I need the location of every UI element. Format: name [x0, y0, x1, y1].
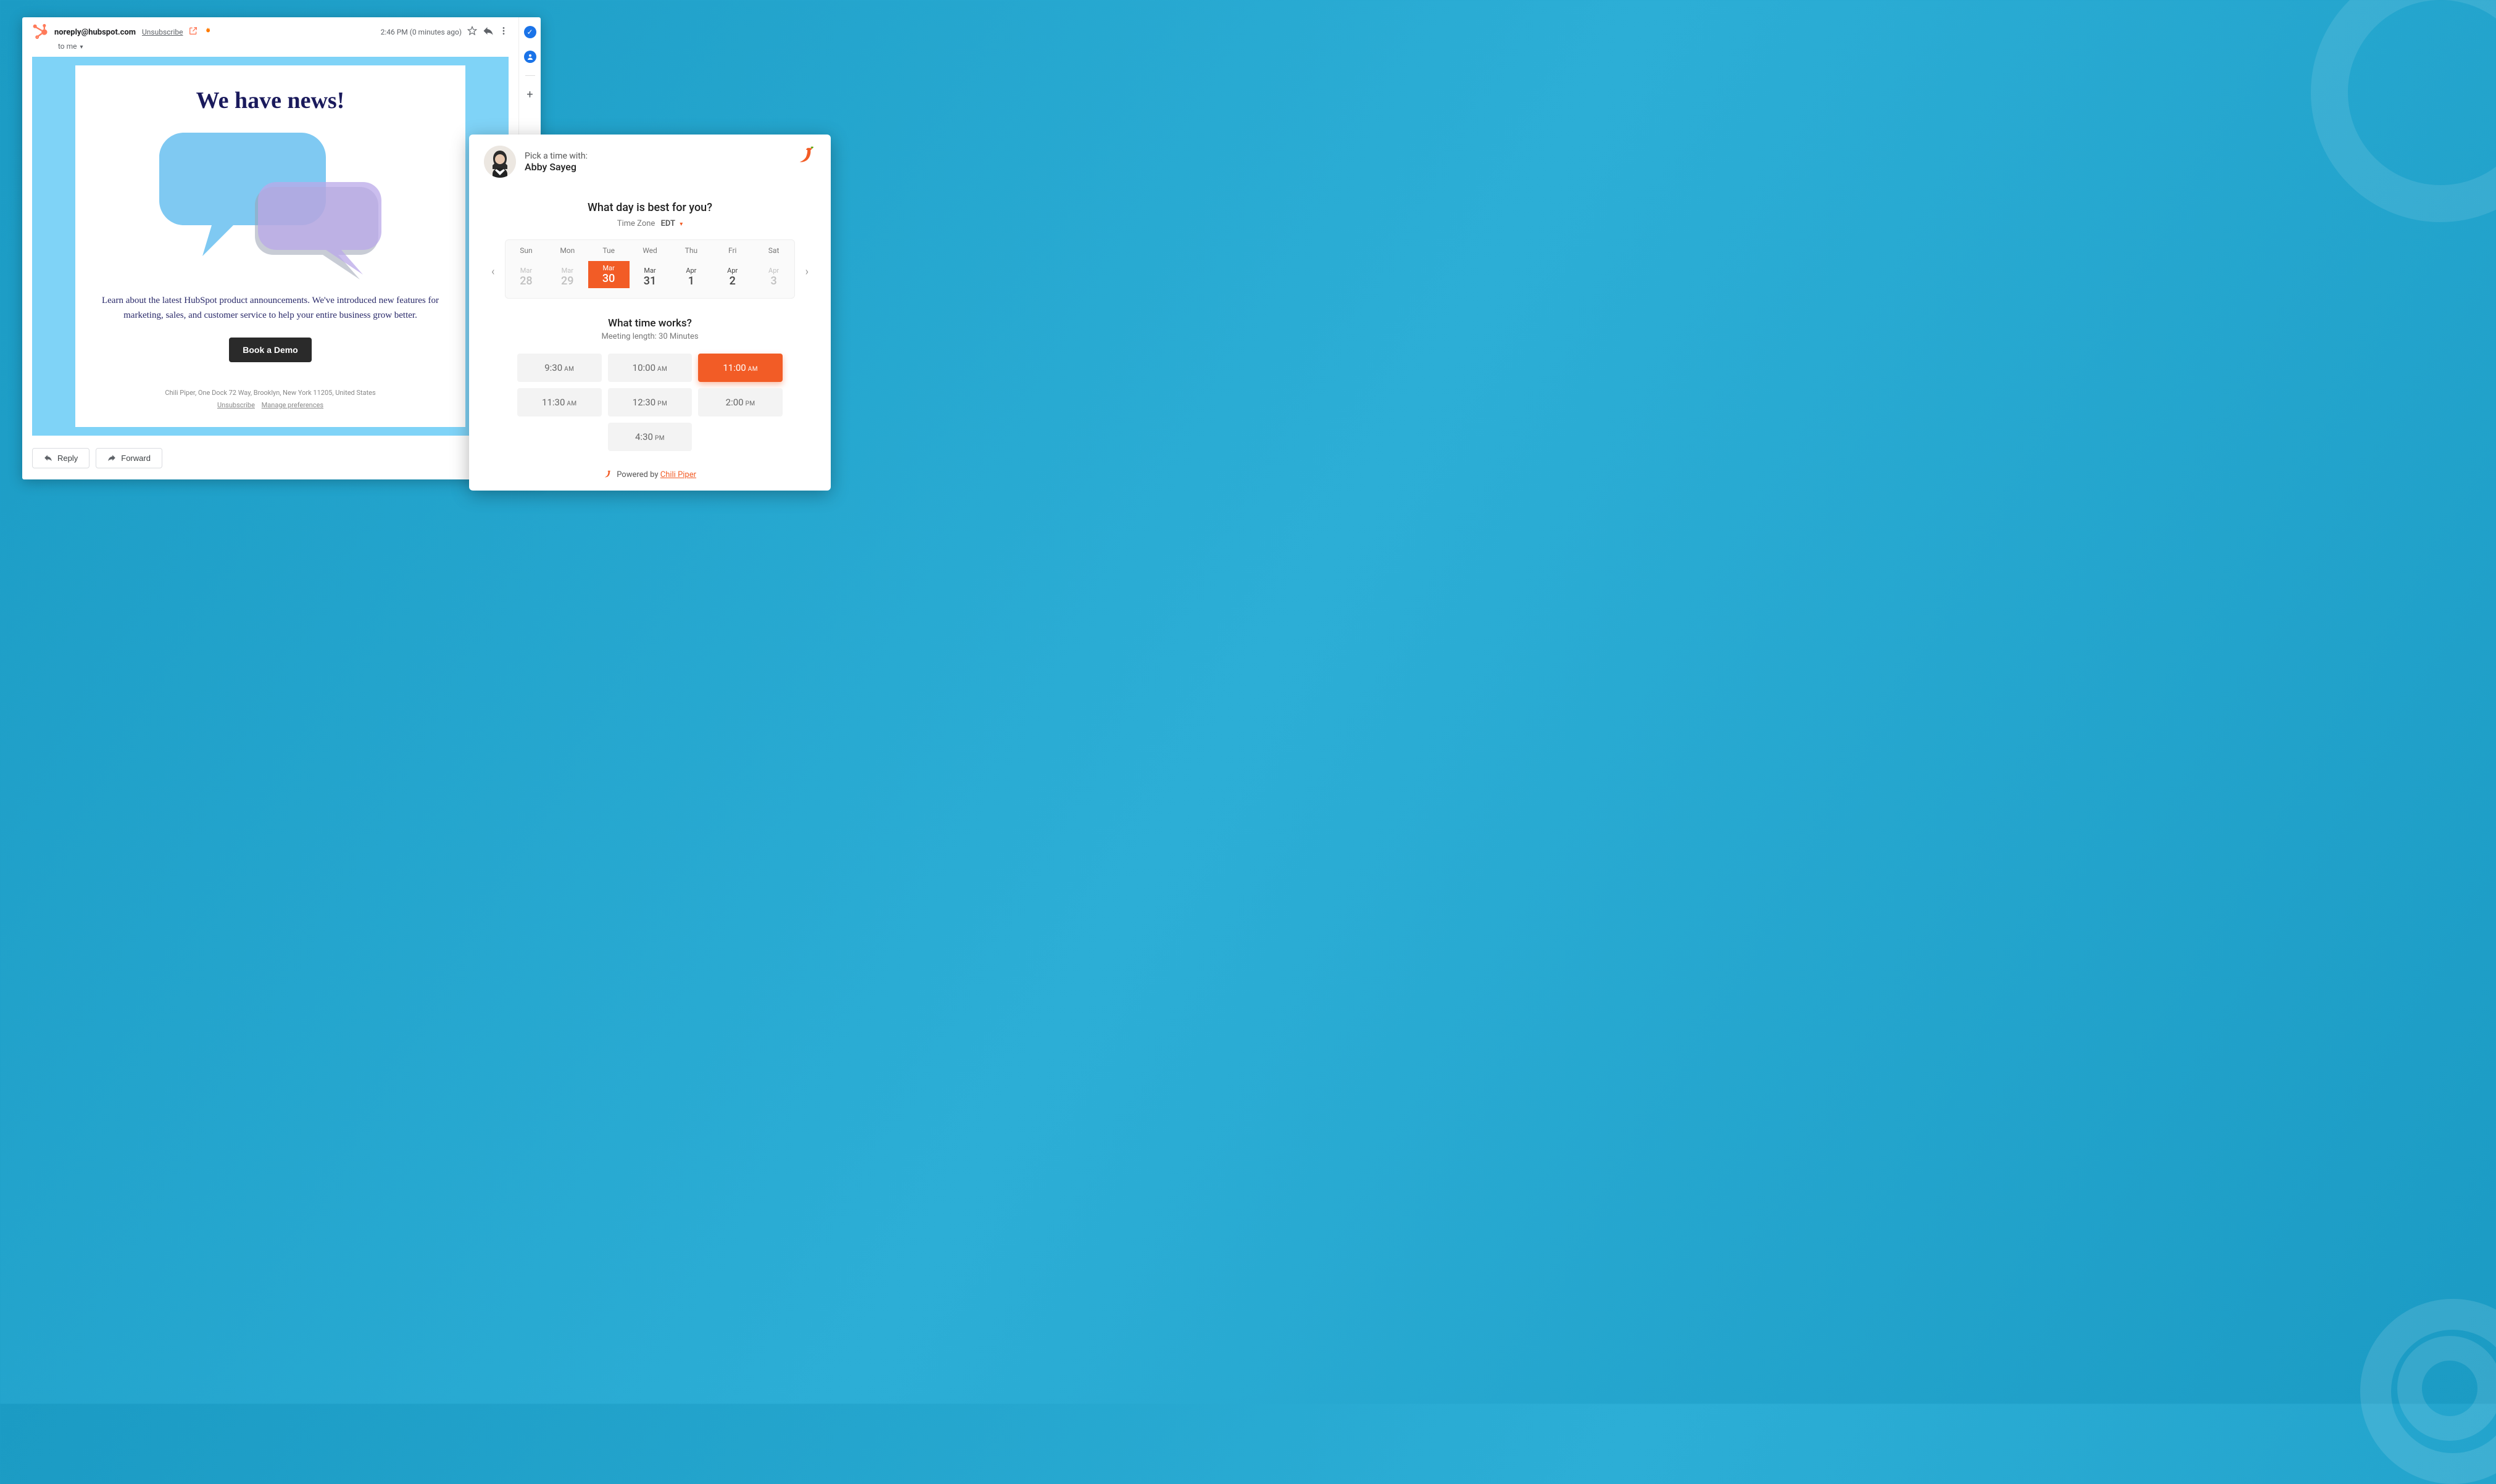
sidebar-add-icon[interactable]: +	[526, 88, 533, 101]
reply-label: Reply	[57, 454, 78, 463]
date-cell: Mar28	[505, 263, 547, 291]
email-description: Learn about the latest HubSpot product a…	[100, 293, 441, 323]
from-address: noreply@hubspot.com	[54, 28, 136, 37]
date-cell: Mar29	[547, 263, 588, 291]
forward-label: Forward	[121, 454, 151, 463]
pick-time-label: Pick a time with:	[525, 151, 588, 161]
time-slot[interactable]: 12:30PM	[608, 388, 693, 417]
calendar-strip: ‹ › SunMar28MonMar29TueMar30WedMar31ThuA…	[505, 239, 795, 299]
date-cell: Apr3	[753, 263, 794, 291]
host-name: Abby Sayeg	[525, 161, 588, 173]
day-of-week: Sun	[505, 246, 547, 255]
sidebar-divider	[525, 75, 535, 76]
day-of-week: Fri	[712, 246, 753, 255]
day-question: What day is best for you?	[484, 201, 816, 214]
sidebar-verify-icon[interactable]: ✓	[524, 26, 536, 38]
open-external-icon[interactable]	[188, 26, 198, 38]
powered-by: Powered by Chili Piper	[484, 470, 816, 481]
email-header: noreply@hubspot.com Unsubscribe 2:46 PM …	[32, 23, 509, 41]
chili-piper-small-icon	[604, 470, 612, 481]
date-cell: Apr2	[712, 263, 753, 291]
bg-decoration	[2311, 0, 2496, 222]
email-window: noreply@hubspot.com Unsubscribe 2:46 PM …	[22, 17, 541, 479]
day-of-week: Mon	[547, 246, 588, 255]
email-footer: Chili Piper, One Dock 72 Way, Brooklyn, …	[94, 387, 447, 412]
forward-arrow-icon	[107, 454, 116, 462]
chili-piper-logo-icon	[797, 146, 816, 167]
powered-prefix: Powered by	[617, 470, 660, 479]
time-slot[interactable]: 11:30AM	[517, 388, 602, 417]
footer-address: Chili Piper, One Dock 72 Way, Brooklyn, …	[94, 387, 447, 399]
time-slot[interactable]: 10:00AM	[608, 354, 693, 382]
day-of-week: Wed	[630, 246, 671, 255]
sidebar-contact-icon[interactable]	[524, 51, 536, 63]
chevron-down-icon: ▾	[680, 221, 683, 228]
calendar-day[interactable]: Wed Mar31	[630, 240, 671, 298]
email-actions: Reply Forward	[32, 448, 509, 468]
day-of-week: Tue	[588, 246, 630, 255]
meeting-length: Meeting length: 30 Minutes	[484, 332, 816, 341]
to-line[interactable]: to me ▾	[58, 42, 509, 51]
calendar-day[interactable]: Fri Apr2	[712, 240, 753, 298]
footer-prefs-link[interactable]: Manage preferences	[262, 401, 323, 409]
reply-icon[interactable]	[483, 25, 494, 39]
date-cell: Apr1	[670, 263, 712, 291]
speech-bubbles-illustration	[153, 126, 388, 275]
day-of-week: Sat	[753, 246, 794, 255]
more-icon[interactable]	[499, 26, 509, 38]
calendar-day: Sun Mar28	[505, 240, 547, 298]
day-of-week: Thu	[670, 246, 712, 255]
email-body: We have news! Learn about the latest Hub…	[32, 57, 509, 436]
scheduler-card: Pick a time with: Abby Sayeg What day is…	[469, 135, 831, 491]
reply-arrow-icon	[44, 454, 52, 462]
book-demo-button[interactable]: Book a Demo	[229, 338, 311, 362]
prev-week-icon[interactable]: ‹	[491, 265, 494, 278]
chevron-down-icon: ▾	[80, 44, 83, 51]
calendar-day: Sat Apr3	[753, 240, 794, 298]
timestamp: 2:46 PM (0 minutes ago)	[381, 28, 462, 36]
time-slot[interactable]: 4:30PM	[608, 423, 693, 451]
footer-unsubscribe-link[interactable]: Unsubscribe	[217, 401, 255, 409]
bg-decoration	[2397, 1336, 2496, 1441]
calendar-day: Mon Mar29	[547, 240, 588, 298]
calendar-day[interactable]: Tue Mar30	[588, 240, 630, 298]
next-week-icon[interactable]: ›	[805, 265, 809, 278]
time-grid: 9:30AM10:00AM11:00AM 11:30AM12:30PM2:00PM…	[517, 354, 783, 451]
date-cell: Mar30	[588, 261, 630, 288]
time-slot[interactable]: 2:00PM	[698, 388, 783, 417]
tz-label: Time Zone	[617, 219, 655, 228]
email-title: We have news!	[94, 87, 447, 114]
star-icon[interactable]	[467, 25, 478, 39]
timezone-row[interactable]: Time Zone EDT ▾	[484, 219, 816, 228]
tz-value: EDT	[661, 219, 675, 228]
date-cell: Mar31	[630, 263, 671, 291]
time-question: What time works?	[484, 317, 816, 330]
time-slot[interactable]: 11:00AM	[698, 354, 783, 382]
reply-button[interactable]: Reply	[32, 448, 89, 468]
unsubscribe-link[interactable]: Unsubscribe	[142, 28, 183, 36]
fire-icon[interactable]	[203, 26, 212, 38]
calendar-day[interactable]: Thu Apr1	[670, 240, 712, 298]
host-avatar	[484, 146, 516, 178]
to-text: to me	[58, 42, 77, 51]
hubspot-icon	[32, 23, 49, 41]
forward-button[interactable]: Forward	[96, 448, 162, 468]
time-slot[interactable]: 9:30AM	[517, 354, 602, 382]
chili-piper-link[interactable]: Chili Piper	[660, 470, 696, 479]
